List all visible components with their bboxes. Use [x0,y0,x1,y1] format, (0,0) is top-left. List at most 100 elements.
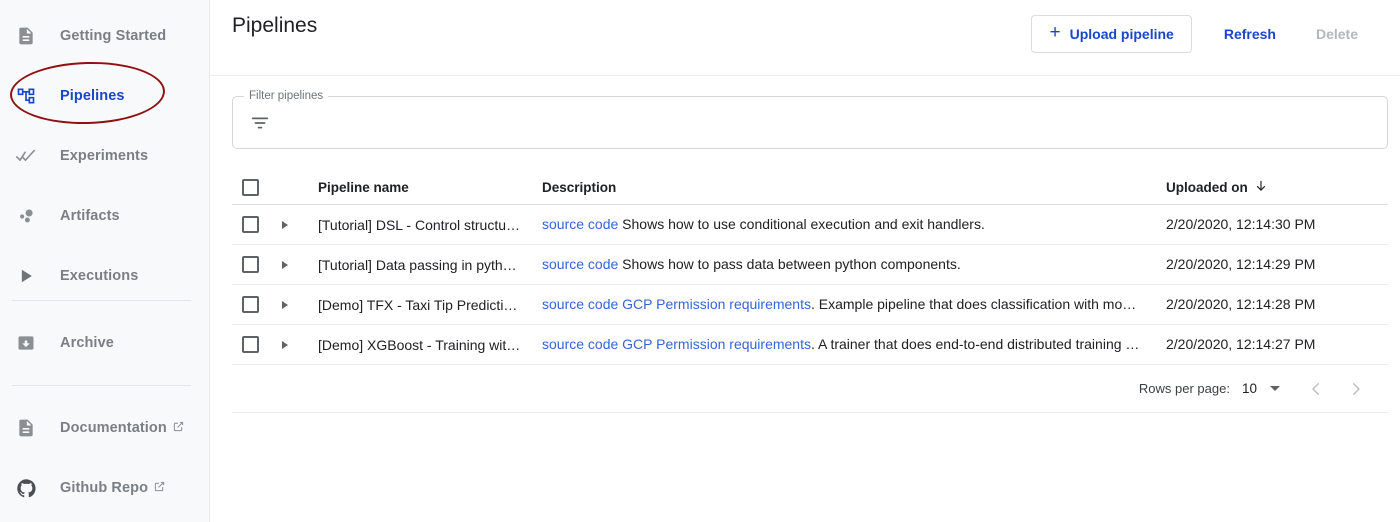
upload-pipeline-label: Upload pipeline [1069,25,1174,42]
chevron-down-icon[interactable] [1270,386,1280,391]
chevron-right-icon[interactable] [282,220,288,229]
table-row[interactable]: [Tutorial] DSL - Control structu… source … [232,205,1388,245]
header-actions: + Upload pipeline Refresh Delete [1031,14,1374,53]
description-link[interactable]: source code [542,296,618,312]
row-checkbox[interactable] [242,336,259,353]
select-all-checkbox[interactable] [242,179,259,196]
sidebar-bottom-group: Archive Documentation Github Repo [0,300,209,522]
table-row[interactable]: [Demo] TFX - Taxi Tip Predicti… source co… [232,285,1388,325]
next-page-button[interactable] [1336,369,1376,409]
sidebar-item-label: Archive [60,335,114,351]
account-tree-icon [12,84,40,108]
sidebar-item-label: Getting Started [60,28,167,44]
row-select-cell [232,296,278,313]
pipeline-name-cell[interactable]: [Demo] TFX - Taxi Tip Predicti… [318,297,542,313]
plus-icon: + [1049,22,1061,43]
table-pagination: Rows per page: 10 [232,365,1388,413]
rows-per-page-label: Rows per page: [1138,381,1230,396]
pipeline-name-label: [Demo] TFX - Taxi Tip Predicti… [318,296,518,313]
sidebar-item-archive[interactable]: Archive [0,323,209,363]
description-link[interactable]: source code [542,216,618,232]
description-body: . Example pipeline that does classificat… [810,295,1137,312]
upload-pipeline-button[interactable]: + Upload pipeline [1031,14,1192,53]
sidebar-item-label: Documentation [60,420,167,436]
column-header-uploaded-on[interactable]: Uploaded on [1166,179,1388,196]
description-cell: source code GCP Permission requirements.… [542,336,1166,354]
description-body: . A trainer that does end-to-end distrib… [810,335,1140,352]
sidebar-item-label: Executions [60,268,139,284]
sidebar-item-artifacts[interactable]: Artifacts [0,196,209,236]
pipeline-name-cell[interactable]: [Tutorial] Data passing in pyth… [318,257,542,273]
description-cell: source code Shows how to pass data betwe… [542,256,1166,274]
description-text: source code GCP Permission requirements.… [542,296,1136,312]
row-select-cell [232,336,278,353]
filter-pipelines-field[interactable]: Filter pipelines [232,90,1388,149]
filter-legend-label: Filter pipelines [244,90,329,103]
row-expand-cell [278,340,318,349]
chevron-right-icon[interactable] [282,300,288,309]
sidebar-item-label: Artifacts [60,208,120,224]
pipeline-name-label: [Demo] XGBoost - Training wit… [318,336,521,353]
sidebar-item-pipelines[interactable]: Pipelines [0,76,209,116]
description-icon [12,416,40,440]
row-checkbox[interactable] [242,216,259,233]
sidebar-item-executions[interactable]: Executions [0,256,209,296]
uploaded-on-value: 2/20/2020, 12:14:30 PM [1166,215,1316,232]
filter-input[interactable] [281,113,1371,132]
rows-per-page-value[interactable]: 10 [1242,381,1257,396]
sidebar-item-documentation[interactable]: Documentation [0,408,209,448]
table-row[interactable]: [Demo] XGBoost - Training wit… source cod… [232,325,1388,365]
filter-list-icon [249,112,271,134]
uploaded-on-cell: 2/20/2020, 12:14:29 PM [1166,256,1388,274]
description-body: Shows how to use conditional execution a… [618,215,985,232]
description-body: Shows how to pass data between python co… [618,255,961,272]
sidebar-item-experiments[interactable]: Experiments [0,136,209,176]
row-checkbox[interactable] [242,256,259,273]
description-icon [12,24,40,48]
pipeline-name-label: [Tutorial] DSL - Control structu… [318,216,521,233]
sidebar-divider-top [12,300,191,301]
chevron-right-icon[interactable] [282,260,288,269]
bubble-chart-icon [12,204,40,228]
pipeline-name-cell[interactable]: [Tutorial] DSL - Control structu… [318,217,542,233]
column-header-description[interactable]: Description [542,180,1166,195]
row-expand-cell [278,260,318,269]
description-link[interactable]: GCP Permission requirements [622,296,811,312]
sidebar-item-github-repo[interactable]: Github Repo [0,468,209,508]
table-body: [Tutorial] DSL - Control structu… source … [232,205,1388,365]
page-header: Pipelines + Upload pipeline Refresh Dele… [210,0,1400,76]
row-checkbox[interactable] [242,296,259,313]
sidebar-divider-bottom [12,385,191,386]
pipeline-name-cell[interactable]: [Demo] XGBoost - Training wit… [318,337,542,353]
uploaded-on-value: 2/20/2020, 12:14:28 PM [1166,295,1316,312]
sidebar: Getting Started Pipelines Experiments Ar… [0,0,210,522]
description-cell: source code GCP Permission requirements.… [542,296,1166,314]
description-link[interactable]: source code [542,256,618,272]
description-cell: source code Shows how to use conditional… [542,216,1166,234]
main-content: Pipelines + Upload pipeline Refresh Dele… [210,0,1400,522]
description-link[interactable]: source code [542,336,618,352]
archive-icon [12,331,40,355]
pipelines-table: Pipeline name Description Uploaded on [T… [232,171,1388,365]
table-row[interactable]: [Tutorial] Data passing in pyth… source c… [232,245,1388,285]
filter-section: Filter pipelines [210,76,1400,149]
app-root: Getting Started Pipelines Experiments Ar… [0,0,1400,522]
previous-page-button[interactable] [1296,369,1336,409]
sidebar-item-label: Pipelines [60,88,125,104]
double-check-icon [12,144,40,168]
description-text: source code Shows how to pass data betwe… [542,256,961,272]
open-in-new-icon [154,479,165,497]
arrow-downward-icon [1254,179,1268,196]
uploaded-on-cell: 2/20/2020, 12:14:30 PM [1166,216,1388,234]
refresh-button[interactable]: Refresh [1208,15,1292,53]
uploaded-on-value: 2/20/2020, 12:14:29 PM [1166,255,1316,272]
sidebar-item-getting-started[interactable]: Getting Started [0,16,209,56]
chevron-right-icon[interactable] [282,340,288,349]
description-text: source code Shows how to use conditional… [542,216,985,232]
uploaded-on-cell: 2/20/2020, 12:14:28 PM [1166,296,1388,314]
description-link[interactable]: GCP Permission requirements [622,336,811,352]
play-arrow-icon [12,264,40,288]
uploaded-on-cell: 2/20/2020, 12:14:27 PM [1166,336,1388,354]
description-text: source code GCP Permission requirements.… [542,336,1139,352]
column-header-pipeline-name[interactable]: Pipeline name [318,180,542,195]
